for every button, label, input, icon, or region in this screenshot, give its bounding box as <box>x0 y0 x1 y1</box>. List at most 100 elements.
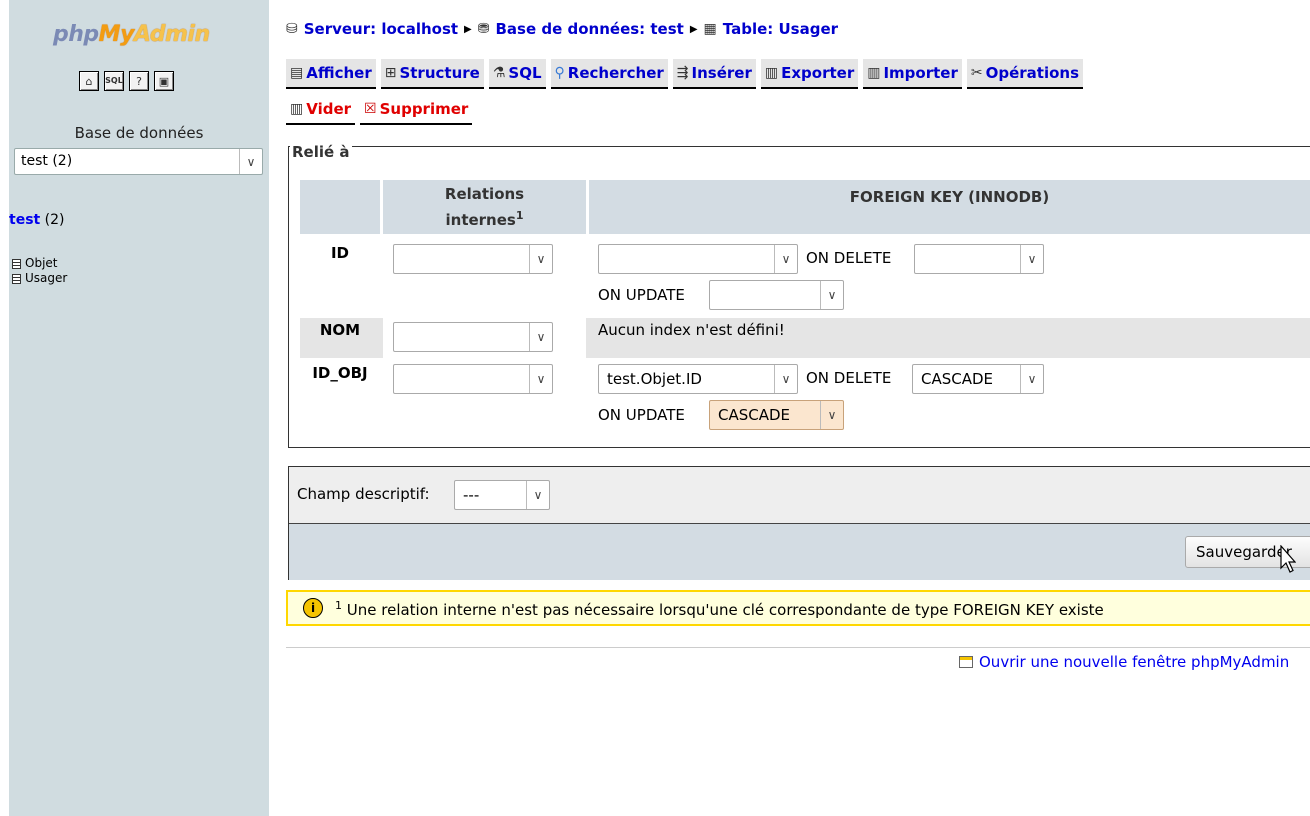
browse-icon: ▤ <box>290 65 304 81</box>
tab-label: Afficher <box>306 64 372 82</box>
logo-admin: Admin <box>133 22 210 47</box>
database-select[interactable]: test (2) ∨ <box>14 148 263 175</box>
relations-header-row: Relations internes1 FOREIGN KEY (INNODB) <box>300 180 1310 234</box>
tab-supprimer[interactable]: ☒ Supprimer <box>360 95 473 125</box>
internal-relation-select[interactable]: ∨ <box>393 244 553 274</box>
empty-icon: ▥ <box>290 101 304 117</box>
on-update-select[interactable]: ∨ <box>709 280 844 310</box>
sql-docs-icon[interactable]: ▣ <box>154 71 174 91</box>
select-value: --- <box>463 486 480 504</box>
operations-icon: ✂ <box>970 65 983 81</box>
table-item-usager[interactable]: Usager <box>12 271 67 286</box>
column-name: ID <box>330 244 350 262</box>
descriptive-field-select[interactable]: --- ∨ <box>454 480 550 510</box>
tab-sql[interactable]: ⚗ SQL <box>488 59 546 89</box>
table-count: (2) <box>44 212 65 228</box>
tab-exporter[interactable]: ▥ Exporter <box>760 59 859 89</box>
tab-vider[interactable]: ▥ Vider <box>286 95 356 125</box>
on-delete-select[interactable]: ∨ <box>914 244 1044 274</box>
breadcrumb-server[interactable]: Serveur: localhost <box>304 20 458 38</box>
tab-afficher[interactable]: ▤ Afficher <box>286 59 376 89</box>
internal-relation-select[interactable]: ∨ <box>393 322 553 352</box>
relation-row-nom: NOM ∨ Aucun index n'est défini! <box>300 318 1310 358</box>
foreign-key-select[interactable]: test.Objet.ID ∨ <box>598 364 798 394</box>
database-icon: ⛃ <box>477 21 490 37</box>
on-delete-label: ON DELETE <box>806 369 892 387</box>
tab-rechercher[interactable]: ⚲ Rechercher <box>550 59 668 89</box>
no-index-message: Aucun index n'est défini! <box>598 321 785 339</box>
quick-links: ⌂ SQL ? ▣ <box>79 71 174 91</box>
header-internal-line2: internes <box>445 211 516 229</box>
table-icon <box>12 258 21 269</box>
chevron-down-icon: ∨ <box>1020 365 1043 393</box>
export-icon: ▥ <box>764 65 779 81</box>
footnote-marker: 1 <box>515 209 524 222</box>
breadcrumb-table[interactable]: Table: Usager <box>723 20 838 38</box>
breadcrumb-separator-icon: ▶ <box>689 23 698 35</box>
navigation-sidebar: phpMyAdmin ⌂ SQL ? ▣ Base de données tes… <box>9 0 269 816</box>
chevron-down-icon: ∨ <box>820 281 843 309</box>
new-window-link[interactable]: Ouvrir une nouvelle fenêtre phpMyAdmin <box>959 653 1289 671</box>
documentation-icon[interactable]: ? <box>129 71 149 91</box>
header-foreign-key: FOREIGN KEY (INNODB) <box>589 180 1310 234</box>
structure-icon: ⊞ <box>384 65 397 81</box>
on-update-label: ON UPDATE <box>598 286 685 304</box>
new-window-label: Ouvrir une nouvelle fenêtre phpMyAdmin <box>979 653 1290 671</box>
info-notice: i 1 Une relation interne n'est pas néces… <box>286 590 1310 626</box>
tab-operations[interactable]: ✂ Opérations <box>966 59 1083 89</box>
info-icon: i <box>303 598 323 618</box>
chevron-down-icon: ∨ <box>529 323 552 351</box>
table-list: Objet Usager <box>12 256 67 286</box>
sql-query-icon[interactable]: SQL <box>104 71 124 91</box>
form-actions: Sauvegarder <box>289 524 1310 580</box>
footnote-marker: 1 <box>335 599 342 612</box>
table-icon: ▦ <box>703 21 717 37</box>
foreign-key-select[interactable]: ∨ <box>598 244 798 274</box>
tab-label: SQL <box>508 64 542 82</box>
tab-inserer[interactable]: ⇶ Insérer <box>672 59 756 89</box>
tab-label: Exporter <box>781 64 855 82</box>
breadcrumb-separator-icon: ▶ <box>464 23 472 35</box>
on-update-label: ON UPDATE <box>598 406 685 424</box>
tab-label: Opérations <box>985 64 1079 82</box>
chevron-down-icon: ∨ <box>774 245 797 273</box>
table-item-objet[interactable]: Objet <box>12 256 67 271</box>
header-internal-relations: Relations internes1 <box>383 180 586 234</box>
chevron-down-icon: ∨ <box>820 401 843 429</box>
tab-bar: ▤ Afficher ⊞ Structure ⚗ SQL ⚲ Rechercher ⇶ I… <box>286 59 1310 131</box>
internal-relation-select[interactable]: ∨ <box>393 364 553 394</box>
chevron-down-icon: ∨ <box>239 149 262 174</box>
phpmyadmin-logo[interactable]: phpMyAdmin <box>53 22 210 47</box>
on-delete-select[interactable]: CASCADE ∨ <box>912 364 1044 394</box>
column-name: ID_OBJ <box>312 364 368 382</box>
new-window-icon <box>959 656 973 668</box>
table-name: Objet <box>25 256 58 270</box>
current-database: test (2) <box>9 212 65 228</box>
chevron-down-icon: ∨ <box>774 365 797 393</box>
on-update-select[interactable]: CASCADE ∨ <box>709 400 844 430</box>
tab-importer[interactable]: ▥ Importer <box>863 59 962 89</box>
search-icon: ⚲ <box>554 65 565 81</box>
select-value: test.Objet.ID <box>607 370 702 388</box>
server-icon: ⛁ <box>286 21 298 37</box>
logo-my: My <box>98 22 135 47</box>
breadcrumb-database[interactable]: Base de données: test <box>495 20 683 38</box>
header-fk-label: FOREIGN KEY (INNODB) <box>849 188 1050 206</box>
sql-icon: ⚗ <box>492 65 506 81</box>
home-icon[interactable]: ⌂ <box>79 71 99 91</box>
table-name: Usager <box>25 271 68 285</box>
table-icon <box>12 273 21 284</box>
database-link[interactable]: test <box>9 212 40 228</box>
tab-label: Importer <box>883 64 958 82</box>
chevron-down-icon: ∨ <box>529 365 552 393</box>
database-select-value: test (2) <box>21 153 73 169</box>
tab-structure[interactable]: ⊞ Structure <box>380 59 484 89</box>
tab-label: Insérer <box>691 64 752 82</box>
chevron-down-icon: ∨ <box>529 245 552 273</box>
drop-icon: ☒ <box>364 101 377 117</box>
descriptive-field-label: Champ descriptif: <box>297 485 430 503</box>
window-edge <box>0 0 9 816</box>
tab-label: Rechercher <box>567 64 664 82</box>
mouse-cursor-icon <box>1280 545 1296 573</box>
descriptive-field-panel: Champ descriptif: --- ∨ Sauvegarder <box>288 466 1310 580</box>
